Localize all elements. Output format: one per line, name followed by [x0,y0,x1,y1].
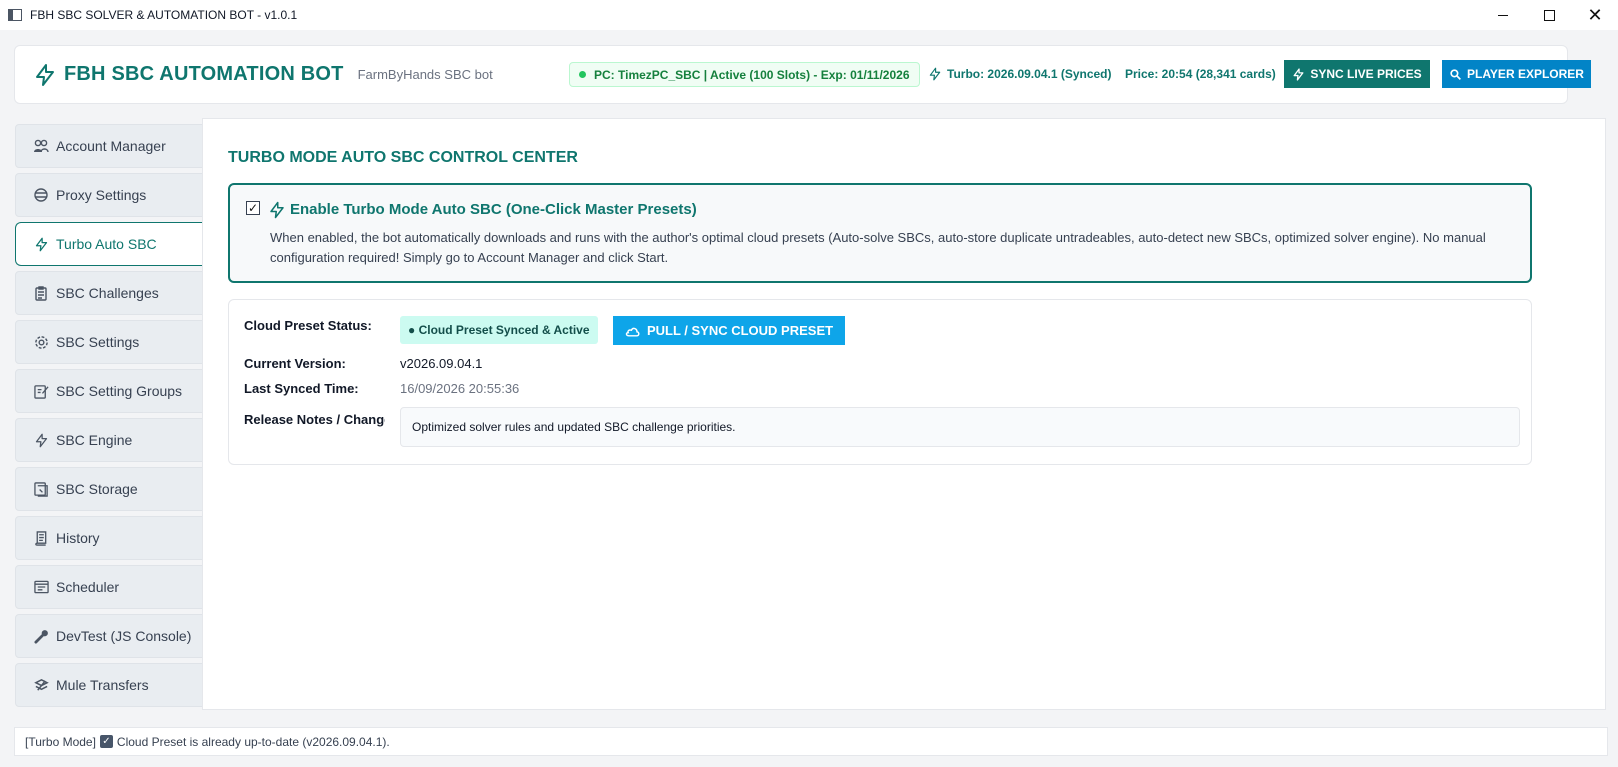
sidebar-item-sbc-settings[interactable]: SBC Settings [15,320,203,364]
sidebar-item-label: SBC Settings [56,334,140,350]
player-explorer-label: PLAYER EXPLORER [1467,67,1584,81]
release-notes-box: Optimized solver rules and updated SBC c… [400,407,1520,447]
sidebar-item-label: Mule Transfers [56,677,149,693]
pc-status-badge: PC: TimezPC_SBC | Active (100 Slots) - E… [569,62,920,87]
app-subtitle: FarmByHands SBC bot [357,67,493,82]
maximize-button[interactable] [1526,0,1572,30]
bolt-icon [1293,67,1304,81]
clipboard-icon [33,285,49,301]
status-bar: [Turbo Mode] ✓ Cloud Preset is already u… [14,727,1608,756]
bolt-icon [33,432,49,448]
enable-turbo-label[interactable]: Enable Turbo Mode Auto SBC (One-Click Ma… [290,201,697,218]
enable-turbo-checkbox[interactable]: ✓ [246,201,260,215]
current-version-label: Current Version: [244,356,346,371]
pc-status-text: PC: TimezPC_SBC | Active (100 Slots) - E… [594,67,910,82]
app-icon [8,9,22,21]
turbo-version: Turbo: 2026.09.04.1 (Synced) [928,67,1112,81]
sidebar-item-scheduler[interactable]: Scheduler [15,565,203,609]
sidebar-item-label: SBC Engine [56,432,133,448]
turbo-description: When enabled, the bot automatically down… [270,230,1486,265]
sidebar-item-label: Proxy Settings [56,187,147,203]
release-notes-text: Optimized solver rules and updated SBC c… [412,420,736,434]
cloud-icon [625,327,640,337]
sidebar-item-label: SBC Challenges [56,285,159,301]
status-dot-icon [579,71,586,78]
pull-sync-label: PULL / SYNC CLOUD PRESET [646,323,834,338]
last-synced-value: 16/09/2026 20:55:36 [400,381,520,396]
sidebar-item-sbc-storage[interactable]: SBC Storage [15,467,203,511]
status-prefix: [Turbo Mode] [25,734,96,749]
check-icon: ✓ [99,735,113,748]
sidebar-item-label: Account Manager [56,138,166,154]
sync-live-prices-button[interactable]: SYNC LIVE PRICES [1284,60,1430,88]
close-icon: ✕ [1587,4,1603,26]
current-version-value: v2026.09.04.1 [400,356,483,371]
maximize-icon [1543,9,1555,21]
search-icon [1450,68,1461,80]
cloud-preset-card: Cloud Preset Status: ● Cloud Preset Sync… [228,299,1532,465]
sidebar-item-turbo-auto-sbc[interactable]: Turbo Auto SBC [15,222,203,266]
sidebar-item-devtest[interactable]: DevTest (JS Console) [15,614,203,658]
pull-sync-cloud-preset-button[interactable]: PULL / SYNC CLOUD PRESET [613,316,845,345]
status-message: Cloud Preset is already up-to-date (v202… [116,734,390,749]
sidebar-item-proxy-settings[interactable]: Proxy Settings [15,173,203,217]
bolt-icon [270,201,284,219]
sidebar-item-label: SBC Setting Groups [56,383,183,399]
sidebar-item-label: Scheduler [56,579,120,595]
sidebar-item-account-manager[interactable]: Account Manager [15,124,203,168]
app-title: FBH SBC AUTOMATION BOT [64,63,344,85]
minimize-button[interactable] [1480,0,1526,30]
bolt-icon [33,236,49,252]
release-notes-label: Release Notes / Changelog: [244,412,385,427]
turbo-mode-card: ✓ Enable Turbo Mode Auto SBC (One-Click … [228,183,1532,283]
transfer-icon [33,677,49,693]
sidebar-item-sbc-challenges[interactable]: SBC Challenges [15,271,203,315]
sidebar-item-label: History [56,530,100,546]
last-synced-label: Last Synced Time: [244,381,359,396]
users-icon [33,138,49,154]
calendar-icon [33,579,49,595]
price-info: Price: 20:54 (28,341 cards) [1125,67,1276,81]
sidebar: Account Manager Proxy Settings Turbo Aut… [15,124,203,712]
sidebar-item-sbc-setting-groups[interactable]: SBC Setting Groups [15,369,203,413]
globe-icon [33,187,49,203]
wrench-icon [33,628,49,644]
storage-icon [33,481,49,497]
window-titlebar: FBH SBC SOLVER & AUTOMATION BOT - v1.0.1… [0,0,1618,30]
sidebar-item-sbc-engine[interactable]: SBC Engine [15,418,203,462]
bolt-icon [929,67,941,81]
sidebar-item-label: SBC Storage [56,481,138,497]
close-button[interactable]: ✕ [1572,0,1618,30]
status-badge: ● Cloud Preset Synced & Active [400,316,598,344]
scroll-icon [33,530,49,546]
sidebar-item-mule-transfers[interactable]: Mule Transfers [15,663,203,707]
sync-live-prices-label: SYNC LIVE PRICES [1310,67,1422,81]
page-title: TURBO MODE AUTO SBC CONTROL CENTER [228,149,578,166]
app-header: FBH SBC AUTOMATION BOT FarmByHands SBC b… [14,45,1591,104]
gear-icon [33,334,49,350]
sidebar-item-label: Turbo Auto SBC [56,236,157,252]
main-panel: TURBO MODE AUTO SBC CONTROL CENTER ✓ Ena… [202,118,1606,710]
bolt-icon [36,63,54,86]
turbo-version-text: Turbo: 2026.09.04.1 (Synced) [947,67,1112,81]
sidebar-item-history[interactable]: History [15,516,203,560]
window-controls: ✕ [1480,0,1618,30]
sidebar-item-label: DevTest (JS Console) [56,628,192,644]
minimize-icon [1498,14,1508,16]
edit-icon [33,383,49,399]
window-title: FBH SBC SOLVER & AUTOMATION BOT - v1.0.1 [30,8,298,22]
cloud-preset-status-label: Cloud Preset Status: [244,318,372,333]
player-explorer-button[interactable]: PLAYER EXPLORER [1442,60,1591,88]
